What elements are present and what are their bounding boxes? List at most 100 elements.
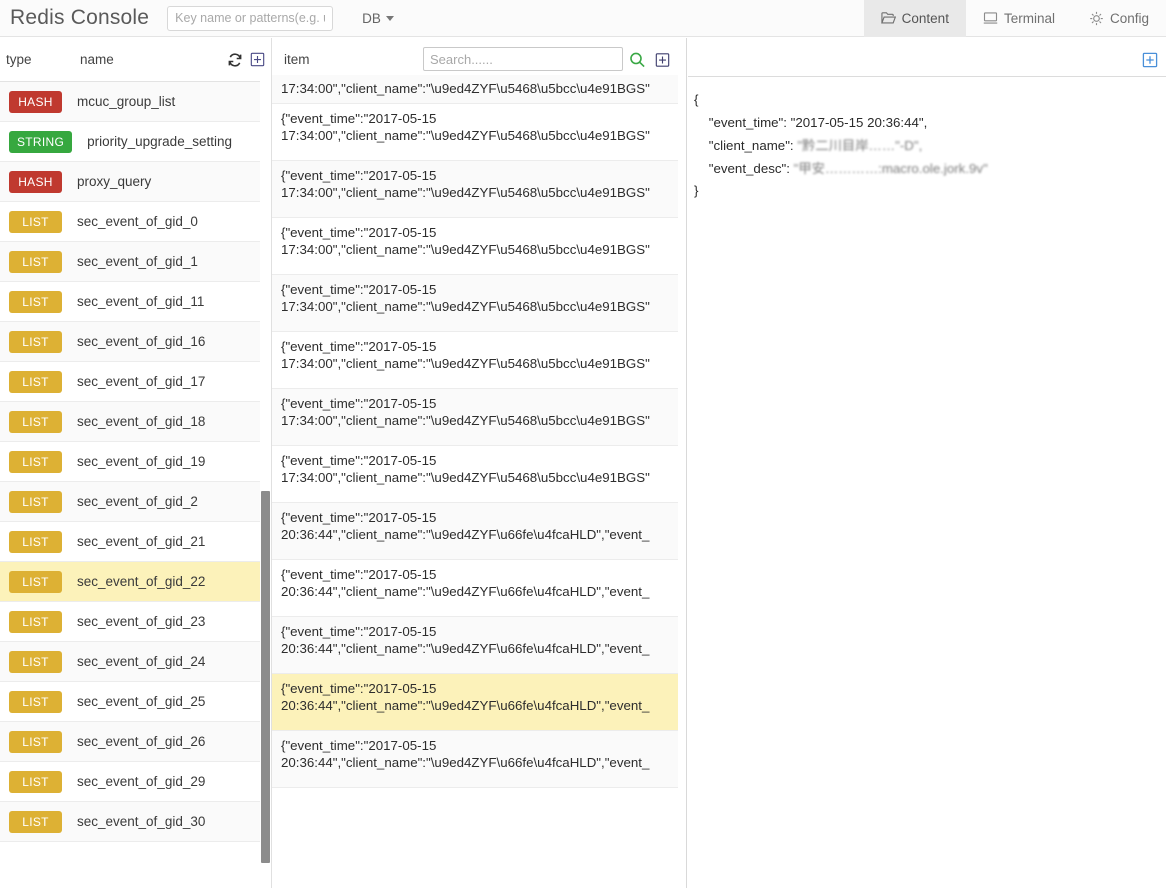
item-row-line1: {"event_time":"2017-05-15 [281, 681, 437, 696]
key-row[interactable]: LIST sec_event_of_gid_11 [0, 282, 271, 322]
item-row-line2: 17:34:00","client_name":"\u9ed4ZYF\u5468… [281, 299, 650, 315]
item-row-line2: 17:34:00","client_name":"\u9ed4ZYF\u5468… [281, 242, 650, 258]
key-row[interactable]: HASH mcuc_group_list [0, 82, 271, 122]
tab-content[interactable]: Content [863, 0, 966, 37]
sidebar-scrollbar-thumb[interactable] [261, 491, 270, 863]
key-row[interactable]: LIST sec_event_of_gid_0 [0, 202, 271, 242]
item-row[interactable]: {"event_time":"2017-05-15 17:34:00","clie… [272, 389, 678, 446]
key-row[interactable]: STRING priority_upgrade_setting [0, 122, 271, 162]
key-row-name: sec_event_of_gid_2 [77, 494, 198, 509]
json-field-value: "2017-05-15 20:36:44", [786, 114, 928, 130]
key-row-name: sec_event_of_gid_24 [77, 654, 206, 669]
db-selector[interactable]: DB [362, 11, 394, 26]
add-box-icon[interactable] [655, 52, 670, 67]
item-row[interactable]: {"event_time":"2017-05-15 17:34:00","clie… [272, 104, 678, 161]
sidebar-header-icons [227, 52, 265, 68]
key-row-name: sec_event_of_gid_19 [77, 454, 206, 469]
item-row[interactable]: {"event_time":"2017-05-15 17:34:00","clie… [272, 161, 678, 218]
key-row[interactable]: LIST sec_event_of_gid_26 [0, 722, 271, 762]
item-row[interactable]: {"event_time":"2017-05-15 17:34:00","clie… [272, 332, 678, 389]
key-type-badge: LIST [9, 810, 62, 833]
detail-panel: { "event_time": "2017-05-15 20:36:44", "… [688, 38, 1166, 888]
key-row[interactable]: LIST sec_event_of_gid_24 [0, 642, 271, 682]
key-row[interactable]: LIST sec_event_of_gid_30 [0, 802, 271, 842]
key-row[interactable]: LIST sec_event_of_gid_25 [0, 682, 271, 722]
search-icon[interactable] [629, 51, 646, 68]
key-row[interactable]: LIST sec_event_of_gid_23 [0, 602, 271, 642]
key-row-name: sec_event_of_gid_17 [77, 374, 206, 389]
key-type-badge: LIST [9, 770, 62, 793]
key-row[interactable]: LIST sec_event_of_gid_21 [0, 522, 271, 562]
key-search-input[interactable] [167, 5, 334, 31]
item-row[interactable]: {"event_time":"2017-05-15 20:36:44","clie… [272, 617, 678, 674]
detail-panel-header [688, 38, 1166, 81]
item-row[interactable]: {"event_time":"2017-05-15 20:36:44","clie… [272, 503, 678, 560]
key-search-wrapper [167, 5, 334, 31]
key-row[interactable]: LIST sec_event_of_gid_2 [0, 482, 271, 522]
key-row-name: sec_event_of_gid_21 [77, 534, 206, 549]
tab-config[interactable]: Config [1072, 0, 1166, 37]
json-field-key: "event_time": [694, 114, 787, 130]
item-row-line2: 20:36:44","client_name":"\u9ed4ZYF\u66fe… [281, 755, 650, 771]
json-close-brace: } [694, 183, 699, 199]
key-row[interactable]: HASH proxy_query [0, 162, 271, 202]
key-type-badge: LIST [9, 370, 62, 393]
key-row[interactable]: LIST sec_event_of_gid_1 [0, 242, 271, 282]
item-row[interactable]: 17:34:00","client_name":"\u9ed4ZYF\u5468… [272, 75, 678, 104]
item-row-line2: 17:34:00","client_name":"\u9ed4ZYF\u5468… [281, 470, 650, 486]
add-box-icon[interactable] [1142, 52, 1158, 68]
key-row-name: mcuc_group_list [77, 94, 176, 109]
key-type-badge: LIST [9, 690, 62, 713]
add-box-icon[interactable] [250, 52, 265, 67]
key-row-name: sec_event_of_gid_11 [77, 294, 205, 309]
key-list[interactable]: HASH mcuc_group_list STRING priority_upgrad… [0, 81, 271, 888]
item-panel: item 17:34:00","client_name":"\ [272, 38, 687, 888]
item-row[interactable]: {"event_time":"2017-05-15 20:36:44","clie… [272, 731, 678, 788]
key-type-badge: STRING [9, 130, 73, 153]
key-type-badge: LIST [9, 570, 62, 593]
item-row[interactable]: {"event_time":"2017-05-15 20:36:44","clie… [272, 560, 678, 617]
tab-config-label: Config [1109, 10, 1149, 26]
item-row-line1: {"event_time":"2017-05-15 [281, 225, 437, 240]
key-row[interactable]: LIST sec_event_of_gid_22 [0, 562, 271, 602]
key-row-name: sec_event_of_gid_30 [77, 814, 206, 829]
json-open-brace: { [694, 92, 699, 107]
key-row-name: sec_event_of_gid_23 [77, 614, 206, 629]
key-type-badge: LIST [9, 410, 62, 433]
monitor-icon [983, 11, 998, 25]
item-row-line1: {"event_time":"2017-05-15 [281, 339, 437, 354]
key-row-name: sec_event_of_gid_25 [77, 694, 206, 709]
key-row[interactable]: LIST sec_event_of_gid_29 [0, 762, 271, 802]
json-field-value: "甲安…………:macro.ole.jork.9v" [789, 160, 988, 176]
item-row-line1: {"event_time":"2017-05-15 [281, 624, 437, 639]
json-field: "event_desc": "甲安…………:macro.ole.jork.9v" [694, 158, 1166, 181]
key-row-name: sec_event_of_gid_22 [77, 574, 206, 589]
item-row[interactable]: {"event_time":"2017-05-15 17:34:00","clie… [272, 446, 678, 503]
item-row-line1: {"event_time":"2017-05-15 [281, 168, 437, 183]
sidebar-scrollbar-track[interactable] [260, 81, 271, 888]
item-row-line2: 17:34:00","client_name":"\u9ed4ZYF\u5468… [281, 185, 650, 201]
key-type-badge: LIST [9, 290, 62, 313]
item-row[interactable]: {"event_time":"2017-05-15 17:34:00","clie… [272, 275, 678, 332]
item-row[interactable]: {"event_time":"2017-05-15 17:34:00","clie… [272, 218, 678, 275]
item-row[interactable]: {"event_time":"2017-05-15 20:36:44","clie… [272, 674, 678, 731]
key-row[interactable]: LIST sec_event_of_gid_19 [0, 442, 271, 482]
key-row[interactable]: LIST sec_event_of_gid_16 [0, 322, 271, 362]
item-row-line2: 17:34:00","client_name":"\u9ed4ZYF\u5468… [281, 356, 650, 372]
detail-json-view[interactable]: { "event_time": "2017-05-15 20:36:44", "… [688, 76, 1166, 888]
gear-icon [1089, 11, 1104, 26]
key-row[interactable]: LIST sec_event_of_gid_18 [0, 402, 271, 442]
tab-terminal[interactable]: Terminal [966, 0, 1072, 37]
item-panel-header-icons [629, 51, 670, 68]
chevron-down-icon [385, 15, 394, 21]
refresh-icon[interactable] [227, 52, 243, 68]
db-selector-label: DB [362, 10, 381, 26]
item-list[interactable]: 17:34:00","client_name":"\u9ed4ZYF\u5468… [272, 75, 687, 888]
key-row[interactable]: LIST sec_event_of_gid_17 [0, 362, 271, 402]
top-bar: Redis Console DB Content Terminal [0, 0, 1166, 37]
search-input[interactable] [423, 47, 623, 71]
key-row-name: priority_upgrade_setting [87, 134, 232, 149]
key-row-name: sec_event_of_gid_29 [77, 774, 206, 789]
sidebar-header: type name [0, 38, 271, 81]
key-type-badge: LIST [9, 530, 62, 553]
